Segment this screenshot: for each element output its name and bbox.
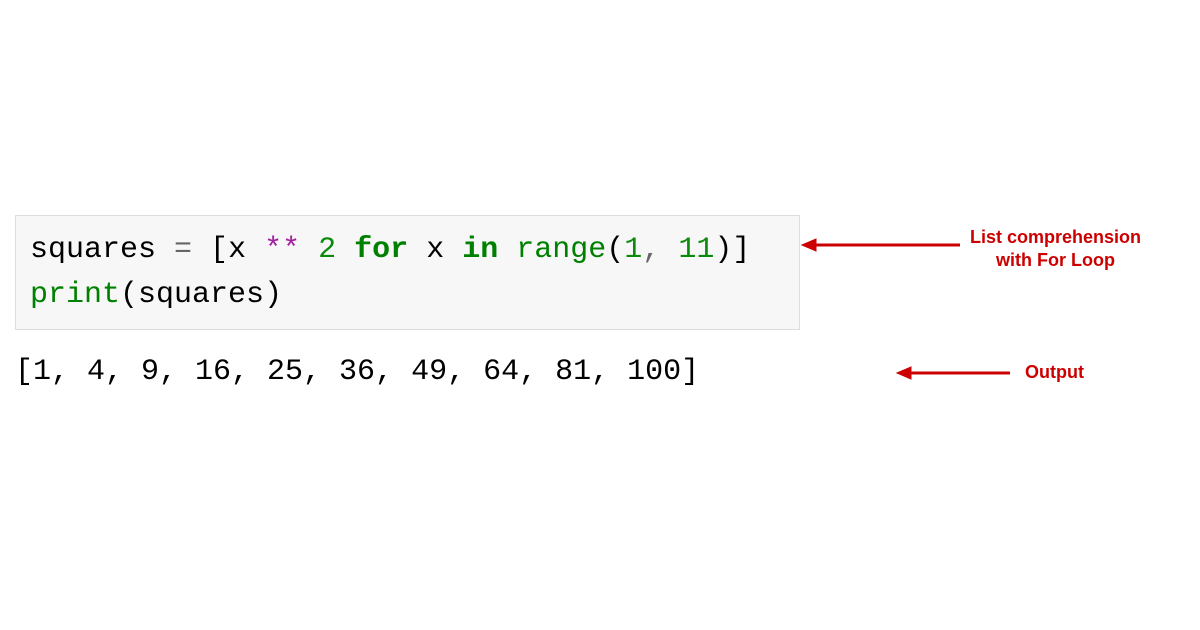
token-eq: = <box>156 233 210 267</box>
token-space <box>246 233 264 267</box>
token-space <box>408 233 426 267</box>
token-range: range <box>516 233 606 267</box>
code-block: squares = [x ** 2 for x in range(1, 11)]… <box>15 215 800 330</box>
token-arg: squares <box>138 278 264 312</box>
token-x2: x <box>426 233 444 267</box>
token-eleven: 11 <box>678 233 714 267</box>
token-space <box>336 233 354 267</box>
token-paren-close: ) <box>264 278 282 312</box>
token-print: print <box>30 278 120 312</box>
token-lbracket: [ <box>210 233 228 267</box>
token-paren-close: ) <box>714 233 732 267</box>
token-two: 2 <box>318 233 336 267</box>
token-space <box>498 233 516 267</box>
token-for: for <box>354 233 408 267</box>
token-var: squares <box>30 233 156 267</box>
token-paren-open: ( <box>606 233 624 267</box>
annotation-output: Output <box>1025 362 1084 383</box>
annotation-top-line2: with For Loop <box>970 249 1141 272</box>
token-rbracket: ] <box>732 233 750 267</box>
token-power: ** <box>264 233 300 267</box>
token-paren-open: ( <box>120 278 138 312</box>
output-text: [1, 4, 9, 16, 25, 36, 49, 64, 81, 100] <box>15 355 699 389</box>
token-one: 1 <box>624 233 642 267</box>
token-space <box>300 233 318 267</box>
arrow-bottom-icon <box>895 363 1015 383</box>
code-line-1: squares = [x ** 2 for x in range(1, 11)] <box>30 228 785 273</box>
token-in: in <box>462 233 498 267</box>
token-space <box>444 233 462 267</box>
token-comma: , <box>642 233 678 267</box>
arrow-top-icon <box>800 235 965 255</box>
annotation-list-comprehension: List comprehension with For Loop <box>970 226 1141 273</box>
annotation-top-line1: List comprehension <box>970 226 1141 249</box>
token-x1: x <box>228 233 246 267</box>
code-line-2: print(squares) <box>30 273 785 318</box>
